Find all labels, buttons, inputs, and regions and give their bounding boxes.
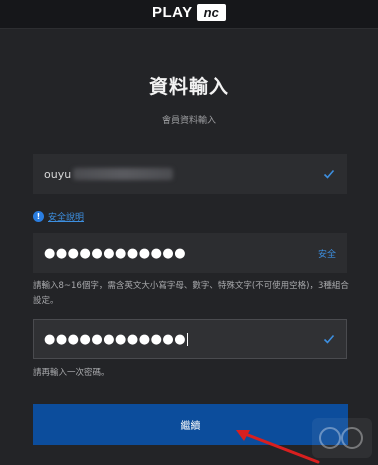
account-value: ouyu: [44, 167, 72, 181]
security-info-row[interactable]: ! 安全說明: [33, 210, 84, 223]
confirm-password-hint: 請再輸入一次密碼。: [33, 368, 110, 378]
redacted-blur: [73, 168, 174, 180]
account-field[interactable]: ouyu: [33, 154, 347, 194]
page-title: 資料輸入: [148, 76, 229, 98]
confirm-password-value: ●●●●●●●●●●●●: [44, 331, 187, 347]
plaync-logo[interactable]: PLAY nc: [152, 3, 226, 21]
logo-play-text: PLAY: [152, 3, 193, 21]
password-value: ●●●●●●●●●●●●: [44, 245, 187, 261]
logo-nc-text: nc: [196, 3, 226, 21]
check-icon: [323, 169, 335, 179]
confirm-password-field[interactable]: ●●●●●●●●●●●●: [33, 319, 347, 359]
security-info-link[interactable]: 安全說明: [48, 210, 84, 223]
check-icon: [323, 334, 335, 344]
password-hint: 請輸入8~16個字，需含英文大小寫字母、數字、特殊文字(不可使用空格)，3種組合…: [33, 281, 349, 306]
top-bar: PLAY nc: [0, 0, 378, 29]
text-caret: [187, 332, 189, 346]
page-subtitle: 會員資料輸入: [161, 116, 216, 126]
password-field[interactable]: ●●●●●●●●●●●● 安全: [33, 233, 347, 273]
info-icon: !: [33, 211, 44, 222]
password-strength-label: 安全: [317, 249, 336, 260]
watermark-logo: [312, 418, 372, 458]
continue-button[interactable]: 繼續: [33, 404, 348, 445]
